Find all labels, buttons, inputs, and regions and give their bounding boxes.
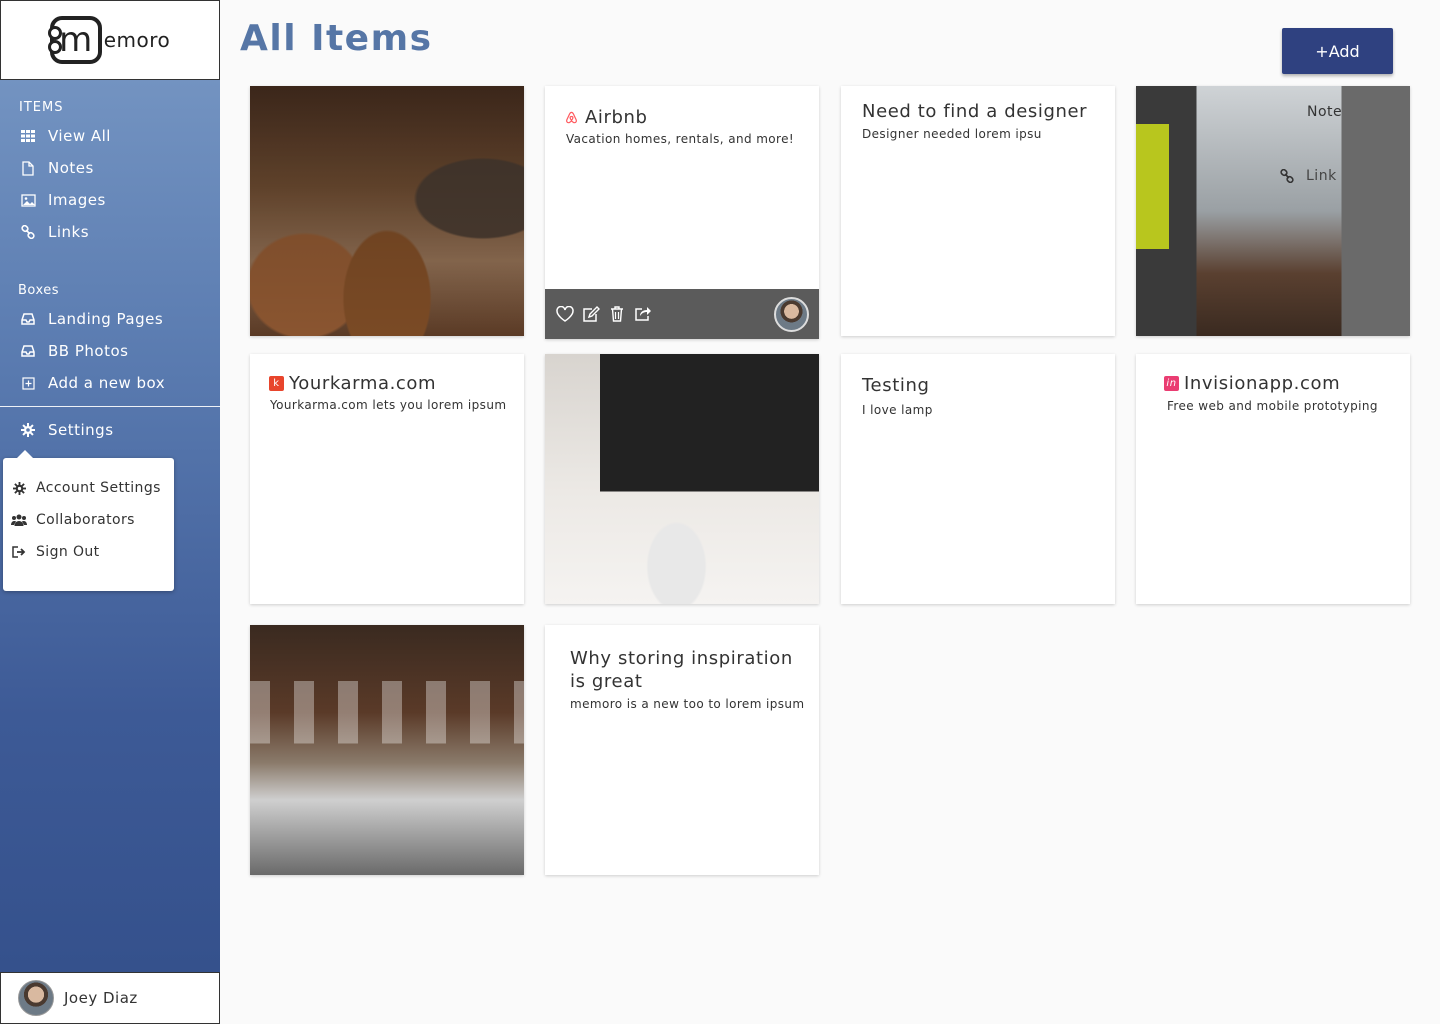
sidebar-item-settings[interactable]: Settings <box>20 421 114 439</box>
card-title: k Yourkarma.com <box>269 373 436 394</box>
grid-icon <box>20 128 36 144</box>
sidebar-item-images[interactable]: Images <box>20 191 106 209</box>
logo-letter: m <box>59 20 93 60</box>
sidebar-item-label: View All <box>48 127 111 145</box>
user-name: Joey Diaz <box>64 989 138 1007</box>
link-card-yourkarma[interactable]: k Yourkarma.com Yourkarma.com lets you l… <box>250 354 524 604</box>
dropdown-item-label: Collaborators <box>36 512 135 528</box>
card-title: Testing <box>862 375 930 396</box>
sidebar-item-label: Add a new box <box>48 374 166 392</box>
dropdown-item-collaborators[interactable]: Collaborators <box>11 512 135 528</box>
overlay-note-label: Note <box>1307 104 1343 120</box>
image-card-workspace[interactable] <box>250 625 524 875</box>
card-title-text: Invisionapp.com <box>1184 373 1341 394</box>
card-title: Need to find a designer <box>862 101 1088 122</box>
card-title: Airbnb <box>564 107 648 128</box>
image-icon <box>20 192 36 208</box>
card-description: I love lamp <box>862 403 933 417</box>
gear-icon <box>20 422 36 438</box>
card-title-text: Airbnb <box>585 107 648 128</box>
plus-square-icon <box>20 375 36 391</box>
dropdown-item-sign-out[interactable]: Sign Out <box>11 544 100 560</box>
card-description: memoro is a new too to lorem ipsum <box>570 697 805 711</box>
sidebar: m emoro ITEMS View All Notes Images Link… <box>0 0 220 1024</box>
edit-icon[interactable] <box>581 304 601 324</box>
card-toolbar <box>545 289 819 339</box>
dropdown-item-label: Account Settings <box>36 480 161 496</box>
dropdown-item-label: Sign Out <box>36 544 100 560</box>
sidebar-item-bb-photos[interactable]: BB Photos <box>20 342 128 360</box>
sidebar-item-notes[interactable]: Notes <box>20 159 94 177</box>
boxes-section-label: Boxes <box>18 283 60 298</box>
trash-icon[interactable] <box>607 304 627 324</box>
overlay-menu-link[interactable]: Link <box>1280 168 1337 184</box>
airbnb-icon <box>564 110 579 125</box>
image-card-desk[interactable] <box>545 354 819 604</box>
note-card-inspiration[interactable]: Why storing inspiration is great memoro … <box>545 625 819 875</box>
sidebar-item-label: Links <box>48 223 90 241</box>
note-card-designer[interactable]: Need to find a designer Designer needed … <box>841 86 1115 336</box>
card-title: in Invisionapp.com <box>1164 373 1340 394</box>
collaborator-avatar[interactable] <box>774 297 809 332</box>
card-title: Why storing inspiration is great <box>570 648 793 692</box>
card-description: Designer needed lorem ipsu <box>862 127 1042 141</box>
sidebar-item-label: BB Photos <box>48 342 129 360</box>
settings-dropdown: Account Settings Collaborators Sign Out <box>3 450 174 591</box>
logo[interactable]: m emoro <box>0 0 220 80</box>
karma-icon: k <box>269 376 284 391</box>
card-description: Vacation homes, rentals, and more! <box>566 132 795 146</box>
card-title-text: Yourkarma.com <box>289 373 437 394</box>
sign-out-icon <box>11 546 27 558</box>
sidebar-item-label: Notes <box>48 159 94 177</box>
image-card-office[interactable] <box>1136 86 1410 336</box>
sidebar-item-links[interactable]: Links <box>20 223 89 241</box>
card-description: Free web and mobile prototyping <box>1167 399 1378 413</box>
heart-icon[interactable] <box>555 304 575 324</box>
image-card-bar[interactable] <box>250 86 524 336</box>
logo-text: emoro <box>103 28 171 52</box>
share-icon[interactable] <box>633 304 653 324</box>
add-button[interactable]: +Add <box>1282 28 1393 74</box>
file-icon <box>20 160 36 176</box>
user-profile[interactable]: Joey Diaz <box>0 972 220 1024</box>
overlay-link-label: Link <box>1306 168 1337 184</box>
logo-mark: m <box>47 16 102 64</box>
overlay-menu-note[interactable]: Note <box>1307 104 1342 120</box>
note-card-testing[interactable]: Testing I love lamp <box>841 354 1115 604</box>
sidebar-item-label: Settings <box>48 421 114 439</box>
link-icon <box>1280 169 1294 183</box>
sidebar-item-view-all[interactable]: View All <box>20 127 111 145</box>
users-icon <box>11 514 27 526</box>
link-icon <box>20 224 36 240</box>
page-title: All Items <box>240 18 433 59</box>
items-section-label: ITEMS <box>19 100 64 115</box>
gear-icon <box>11 481 27 495</box>
sidebar-item-label: Images <box>48 191 106 209</box>
sidebar-item-label: Landing Pages <box>48 310 164 328</box>
link-card-airbnb[interactable]: Airbnb Vacation homes, rentals, and more… <box>545 86 819 339</box>
invision-icon: in <box>1164 376 1179 391</box>
sidebar-divider <box>0 406 220 407</box>
dropdown-item-account-settings[interactable]: Account Settings <box>11 480 161 496</box>
sidebar-item-landing-pages[interactable]: Landing Pages <box>20 310 163 328</box>
inbox-icon <box>20 311 36 327</box>
avatar <box>18 980 54 1016</box>
sidebar-item-add-box[interactable]: Add a new box <box>20 374 165 392</box>
card-description: Yourkarma.com lets you lorem ipsum <box>270 398 507 412</box>
link-card-invision[interactable]: in Invisionapp.com Free web and mobile p… <box>1136 354 1410 604</box>
inbox-icon <box>20 343 36 359</box>
